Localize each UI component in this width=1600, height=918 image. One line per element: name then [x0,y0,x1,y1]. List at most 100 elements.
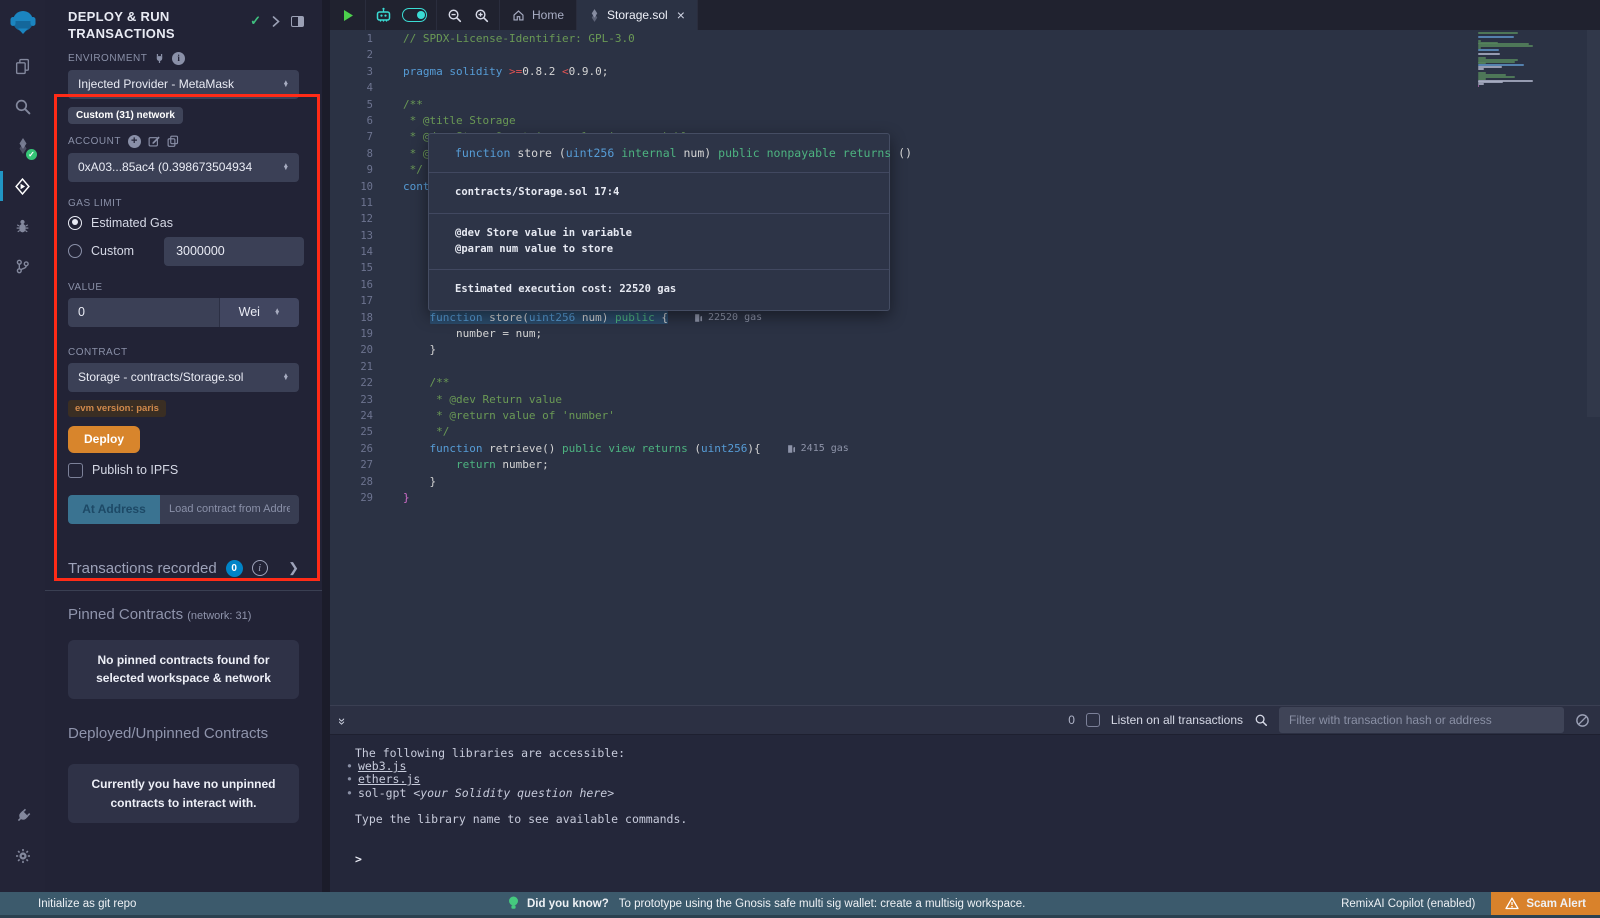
plugin-manager-icon[interactable] [0,796,45,836]
value-unit: Wei [239,305,260,319]
active-plugin-indicator [0,171,3,201]
tip-text: To prototype using the Gnosis safe multi… [619,898,1026,910]
pinned-network-subtitle: (network: 31) [187,610,251,622]
line-number: 1 [330,31,380,47]
line-number: 2 [330,47,380,63]
scam-alert-label: Scam Alert [1526,898,1586,910]
search-icon[interactable] [0,86,45,126]
account-select[interactable]: 0xA03...85ac4 (0.398673504934 ▲▼ [68,153,299,182]
settings-gear-icon[interactable] [0,836,45,876]
line-number: 10 [330,179,380,195]
scam-alert-button[interactable]: Scam Alert [1491,892,1600,915]
main-area: Home Storage.sol × 1// SPDX-License-Iden… [330,0,1600,892]
editor-scrollbar[interactable] [1587,30,1600,417]
line-number: 12 [330,211,380,227]
copilot-status[interactable]: RemixAI Copilot (enabled) [1341,898,1475,910]
add-account-icon[interactable]: + [128,135,141,148]
lightbulb-icon [508,896,519,911]
copilot-toggle[interactable] [402,8,427,22]
estimated-gas-radio[interactable] [68,216,82,230]
contract-value: Storage - contracts/Storage.sol [78,370,243,384]
line-number: 25 [330,424,380,440]
debugger-icon[interactable] [0,206,45,246]
sign-message-icon[interactable] [148,135,160,147]
panel-resize-handle[interactable] [322,0,330,892]
file-explorer-icon[interactable] [0,46,45,86]
line-number: 9 [330,162,380,178]
tab-home-label: Home [532,8,564,22]
tooltip-location: contracts/Storage.sol 17:4 [429,173,889,214]
unpinned-empty-message: Currently you have no unpinned contracts… [68,764,299,823]
custom-gas-input[interactable] [164,237,304,266]
environment-value: Injected Provider - MetaMask [78,77,234,91]
publish-ipfs-checkbox[interactable] [68,463,83,478]
contract-select[interactable]: Storage - contracts/Storage.sol ▲▼ [68,363,299,392]
zoom-in-icon[interactable] [468,8,495,23]
line-number: 28 [330,474,380,490]
minimap[interactable] [1447,32,1587,122]
account-label: ACCOUNT [68,136,121,147]
git-icon[interactable] [0,246,45,286]
terminal-link[interactable]: ethers.js [358,772,420,786]
line-number: 14 [330,244,380,260]
at-address-input[interactable] [160,495,299,524]
home-icon [512,9,525,22]
gas-estimate-widget: 22520 gas [694,310,762,326]
line-number: 11 [330,195,380,211]
did-you-know-tip: Did you know? To prototype using the Gno… [508,896,1025,911]
tooltip-gas-cost: Estimated execution cost: 22520 gas [429,270,889,310]
solidity-compiler-icon[interactable]: ✓ [0,126,45,166]
listen-all-checkbox[interactable] [1086,713,1100,727]
panel-forward-icon[interactable] [272,16,280,27]
listen-all-label: Listen on all transactions [1111,713,1243,727]
line-number: 19 [330,326,380,342]
tab-home[interactable]: Home [500,0,576,30]
hover-tooltip: function store (uint256 internal num) pu… [428,133,890,311]
copy-address-icon[interactable] [167,135,179,147]
deploy-button[interactable]: Deploy [68,426,140,453]
code-editor[interactable]: 1// SPDX-License-Identifier: GPL-3.023pr… [330,30,1600,705]
terminal-header: » 0 Listen on all transactions [330,705,1600,735]
contract-label: CONTRACT [68,347,128,358]
deploy-and-run-icon[interactable] [0,166,45,206]
run-script-button[interactable] [334,9,361,22]
environment-info-icon[interactable]: i [172,52,185,65]
line-number: 27 [330,457,380,473]
value-unit-select[interactable]: Wei ▲▼ [219,298,299,327]
line-number: 8 [330,146,380,162]
zoom-out-icon[interactable] [441,8,468,23]
line-number: 16 [330,277,380,293]
tooltip-signature: function store (uint256 internal num) pu… [429,134,889,173]
line-number: 24 [330,408,380,424]
custom-gas-label: Custom [91,244,134,258]
close-tab-icon[interactable]: × [677,7,685,23]
transactions-info-icon[interactable]: i [252,560,268,576]
tab-storage-sol[interactable]: Storage.sol × [576,0,698,30]
remix-logo-icon[interactable] [0,0,45,46]
environment-select[interactable]: Injected Provider - MetaMask ▲▼ [68,70,299,99]
activity-bar: ✓ [0,0,45,892]
deploy-run-panel: DEPLOY & RUN TRANSACTIONS ✓ ENVIRONMENT … [45,0,322,892]
line-number: 20 [330,342,380,358]
at-address-button[interactable]: At Address [68,495,160,524]
terminal-output[interactable]: The following libraries are accessible:•… [330,735,1600,866]
line-number: 29 [330,490,380,506]
terminal-filter-input[interactable] [1279,707,1564,733]
git-init-button[interactable]: Initialize as git repo [38,898,136,910]
environment-label: ENVIRONMENT [68,53,147,64]
gas-limit-label: GAS LIMIT [68,198,122,209]
custom-gas-radio[interactable] [68,244,82,258]
collapse-terminal-icon[interactable]: » [335,717,350,722]
pin-panel-icon[interactable] [291,16,304,27]
terminal-search-icon [1254,713,1268,727]
terminal-link[interactable]: web3.js [358,759,406,773]
clear-console-icon[interactable] [1575,713,1590,728]
value-input[interactable] [68,298,219,327]
ai-copilot-icon[interactable] [370,7,397,23]
line-number: 3 [330,64,380,80]
solidity-file-icon [589,9,600,22]
transactions-expand-icon[interactable]: ❯ [288,560,299,576]
gas-estimate-widget: 2415 gas [787,441,849,457]
warning-icon [1505,897,1519,910]
unpinned-contracts-heading: Deployed/Unpinned Contracts [68,725,299,742]
